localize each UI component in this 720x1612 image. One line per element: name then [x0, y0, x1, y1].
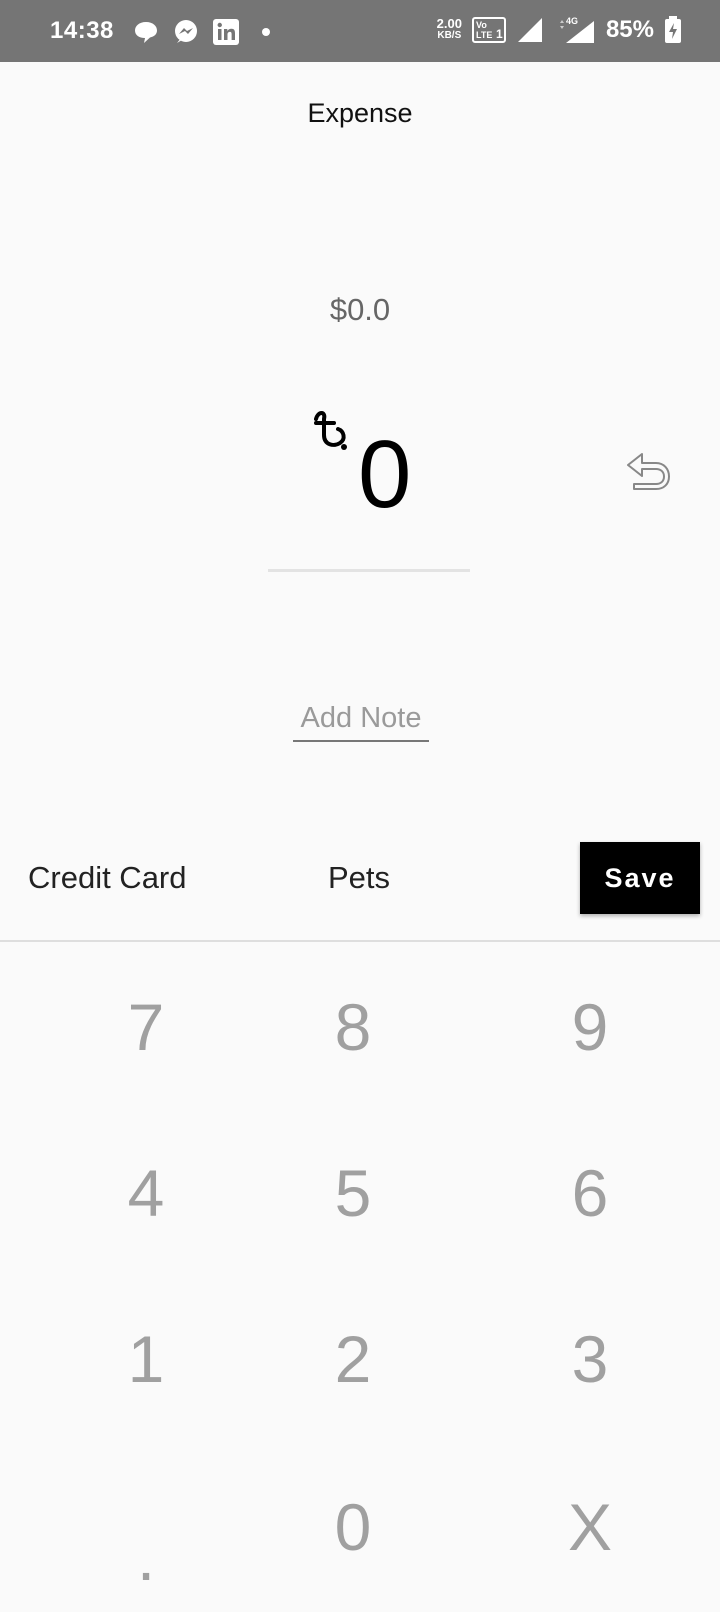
amount-underline — [268, 569, 470, 572]
status-time: 14:38 — [50, 17, 114, 44]
key-4[interactable]: 4 — [46, 1128, 246, 1258]
amount-value: 0 — [358, 421, 412, 528]
key-5[interactable]: 5 — [253, 1128, 453, 1258]
key-decimal[interactable]: . — [46, 1462, 246, 1612]
key-clear[interactable]: X — [490, 1462, 690, 1592]
key-1[interactable]: 1 — [46, 1294, 246, 1424]
volte-icon: Vo LTE 1 — [471, 17, 506, 43]
category-selector[interactable]: Pets — [328, 860, 390, 896]
system-icons: 2.00 KB/S Vo LTE 1 4G 85% — [437, 15, 682, 45]
chat-bubble-icon — [135, 22, 157, 43]
network-speed: 2.00 KB/S — [436, 16, 462, 42]
save-button[interactable]: Save — [580, 842, 700, 914]
battery-level: 85% — [605, 16, 654, 43]
svg-text:LTE: LTE — [476, 30, 492, 40]
status-bar: 14:38 2.00 KB/S Vo LTE 1 4G 85% — [0, 0, 720, 62]
svg-text:1: 1 — [496, 27, 503, 41]
converted-amount: $0.0 — [329, 292, 391, 327]
key-3[interactable]: 3 — [490, 1294, 690, 1424]
svg-text:Vo: Vo — [476, 20, 487, 30]
key-0[interactable]: 0 — [253, 1462, 453, 1592]
network-type-label: 4G — [566, 16, 578, 26]
messenger-icon — [175, 20, 197, 43]
more-notifications-dot — [262, 28, 270, 36]
key-2[interactable]: 2 — [253, 1294, 453, 1424]
key-8[interactable]: 8 — [253, 962, 453, 1092]
signal-4g-icon: 4G — [559, 16, 594, 43]
numeric-keypad: 7 8 9 4 5 6 1 2 3 . 0 X — [0, 942, 720, 1612]
battery-charging-icon — [665, 16, 681, 43]
key-9[interactable]: 9 — [490, 962, 690, 1092]
key-6[interactable]: 6 — [490, 1128, 690, 1258]
add-note-input[interactable] — [293, 696, 429, 742]
notification-icons — [132, 18, 270, 46]
network-speed-unit: KB/S — [437, 30, 462, 41]
key-7[interactable]: 7 — [46, 962, 246, 1092]
account-selector[interactable]: Credit Card — [28, 860, 187, 896]
amount-display[interactable]: 0 — [268, 405, 468, 535]
undo-icon[interactable] — [624, 448, 672, 494]
page-title: Expense — [307, 98, 413, 128]
signal-icon — [517, 18, 542, 42]
network-speed-value: 2.00 — [436, 16, 462, 31]
taka-currency-icon — [314, 411, 347, 450]
expense-screen: 14:38 2.00 KB/S Vo LTE 1 4G 85% Expense … — [0, 0, 720, 1612]
linkedin-icon — [213, 19, 239, 45]
